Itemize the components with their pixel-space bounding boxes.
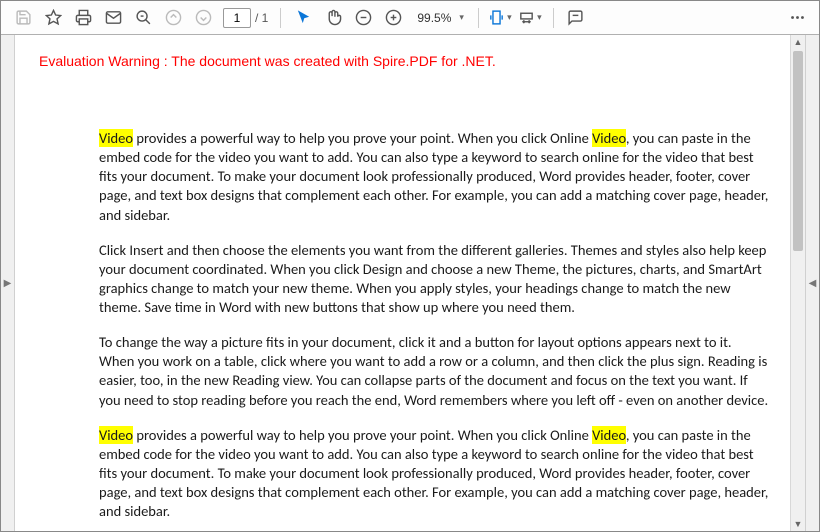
separator bbox=[280, 8, 281, 28]
highlight: Video bbox=[99, 129, 133, 147]
comment-button[interactable] bbox=[562, 4, 590, 32]
comment-icon bbox=[567, 9, 584, 26]
more-button[interactable] bbox=[783, 4, 811, 32]
zoom-value: 99.5% bbox=[413, 11, 455, 25]
zoom-in-button[interactable] bbox=[379, 4, 407, 32]
print-button[interactable] bbox=[69, 4, 97, 32]
chevron-down-icon: ▾ bbox=[535, 12, 544, 23]
chevron-right-icon: ▶ bbox=[4, 278, 12, 289]
scroll-up-arrow[interactable]: ▲ bbox=[791, 35, 805, 49]
evaluation-warning: Evaluation Warning : The document was cr… bbox=[39, 53, 791, 69]
chevron-down-icon: ▾ bbox=[505, 12, 514, 23]
prev-page-button[interactable] bbox=[159, 4, 187, 32]
zoom-out-icon bbox=[355, 9, 372, 26]
highlight: Video bbox=[592, 129, 626, 147]
find-button[interactable] bbox=[129, 4, 157, 32]
next-page-button[interactable] bbox=[189, 4, 217, 32]
page-input[interactable] bbox=[223, 8, 251, 28]
star-icon bbox=[45, 9, 62, 26]
zoom-in-icon bbox=[385, 9, 402, 26]
document-page: Evaluation Warning : The document was cr… bbox=[15, 35, 805, 531]
document-viewer: Evaluation Warning : The document was cr… bbox=[15, 35, 805, 531]
paragraph: Click Insert and then choose the element… bbox=[39, 241, 791, 318]
left-panel-toggle[interactable]: ▶ bbox=[1, 35, 15, 531]
page-control: / 1 bbox=[223, 8, 268, 28]
paragraph: Video provides a powerful way to help yo… bbox=[39, 129, 791, 225]
select-tool-button[interactable] bbox=[289, 4, 317, 32]
mail-icon bbox=[105, 9, 122, 26]
fit-page-button[interactable]: ▾ bbox=[487, 4, 515, 32]
paragraph: To change the way a picture fits in your… bbox=[39, 333, 791, 410]
pointer-icon bbox=[295, 9, 312, 26]
fit-width-icon bbox=[518, 9, 535, 26]
highlight: Video bbox=[99, 426, 133, 444]
more-icon bbox=[789, 9, 806, 26]
chevron-left-icon: ◀ bbox=[809, 278, 817, 289]
hand-tool-button[interactable] bbox=[319, 4, 347, 32]
chevron-down-icon: ▾ bbox=[457, 12, 466, 23]
highlight: Video bbox=[592, 426, 626, 444]
zoom-control[interactable]: 99.5% ▾ bbox=[413, 11, 466, 25]
paragraph: Video provides a powerful way to help yo… bbox=[39, 426, 791, 522]
vertical-scrollbar[interactable]: ▲ ▼ bbox=[790, 35, 805, 531]
next-page-icon bbox=[195, 9, 212, 26]
save-icon bbox=[15, 9, 32, 26]
hand-icon bbox=[325, 9, 342, 26]
zoom-out-button[interactable] bbox=[349, 4, 377, 32]
separator bbox=[553, 8, 554, 28]
find-icon bbox=[135, 9, 152, 26]
prev-page-icon bbox=[165, 9, 182, 26]
main-area: ▶ Evaluation Warning : The document was … bbox=[1, 35, 819, 531]
print-icon bbox=[75, 9, 92, 26]
save-button[interactable] bbox=[9, 4, 37, 32]
star-button[interactable] bbox=[39, 4, 67, 32]
page-total: / 1 bbox=[255, 11, 268, 25]
toolbar: / 1 99.5% ▾ ▾ ▾ bbox=[1, 1, 819, 35]
scroll-thumb[interactable] bbox=[793, 51, 803, 251]
right-panel-toggle[interactable]: ◀ bbox=[805, 35, 819, 531]
scroll-down-arrow[interactable]: ▼ bbox=[791, 517, 805, 531]
mail-button[interactable] bbox=[99, 4, 127, 32]
separator bbox=[478, 8, 479, 28]
fit-width-button[interactable]: ▾ bbox=[517, 4, 545, 32]
fit-page-icon bbox=[488, 9, 505, 26]
